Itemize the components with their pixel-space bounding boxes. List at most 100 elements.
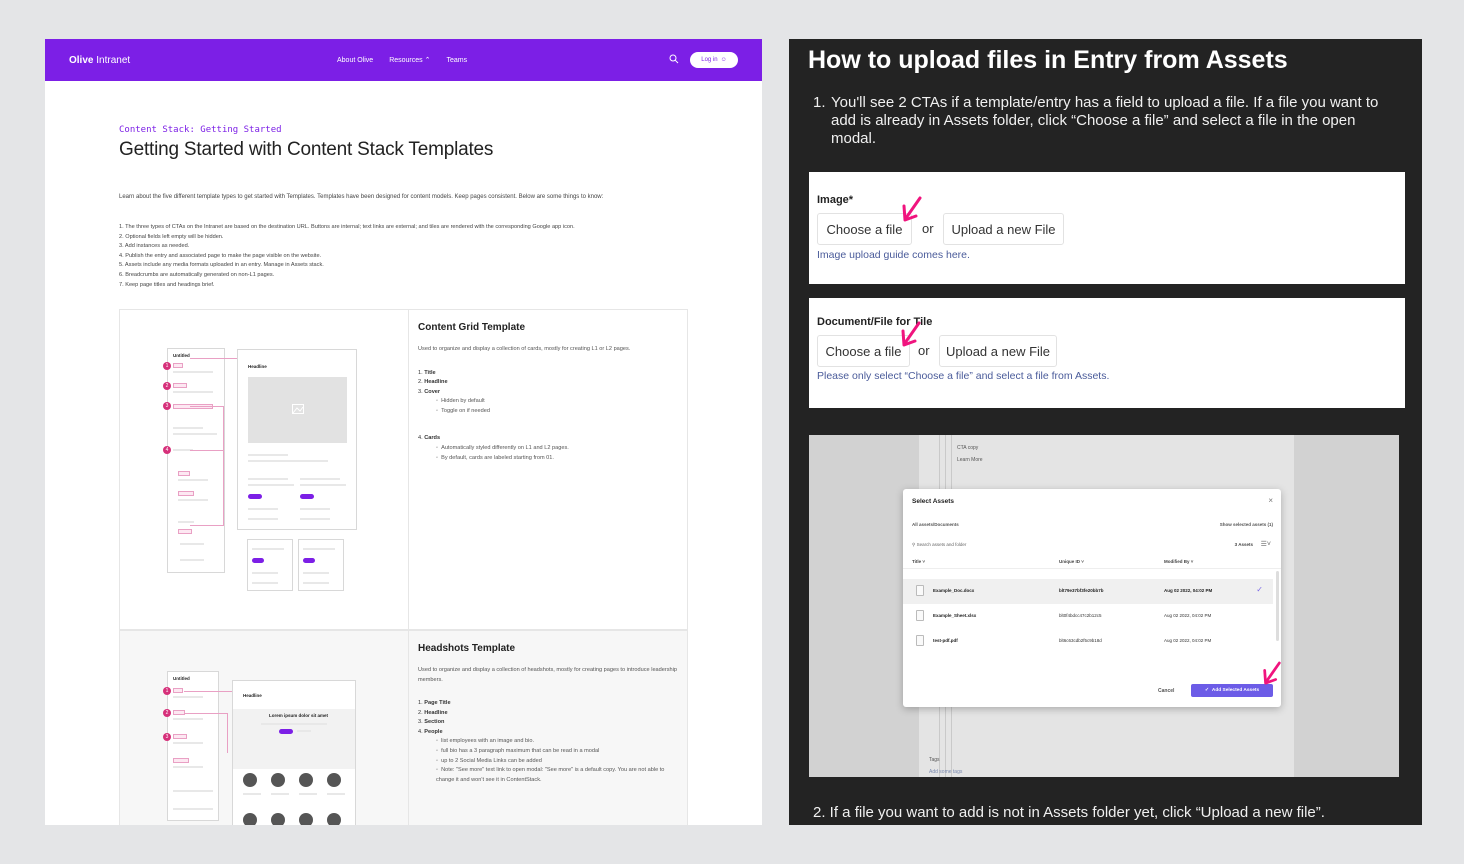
- sub-item-text: Automatically styled differently on L1 a…: [441, 445, 569, 452]
- nav-link-teams[interactable]: Teams: [446, 57, 467, 64]
- image-upload-card: Image* Choose a file or Upload a new Fil…: [809, 172, 1405, 284]
- intro-text: Learn about the five different template …: [119, 194, 604, 200]
- chevron-down-icon: ⌃: [424, 57, 431, 64]
- form-untitled: Untitled: [173, 676, 190, 681]
- search-icon[interactable]: [669, 54, 679, 64]
- check-icon: ✓: [1256, 585, 1263, 594]
- field-tag: [173, 688, 183, 693]
- asset-count: 3 Assets: [1234, 542, 1253, 547]
- scrollbar[interactable]: [1276, 571, 1279, 641]
- intranet-page: Olive Intranet About Olive Resources ⌃ T…: [45, 39, 762, 825]
- asset-uid: blt79e37bf3fe20bb7b: [1059, 588, 1104, 593]
- table-header: Title ˅ Unique ID ˅ Modified By ˅: [903, 555, 1281, 569]
- preview-line: [248, 518, 278, 520]
- form-untitled: Untitled: [173, 353, 190, 358]
- list-item: 3. Cover ◦ Hidden by default ◦ Toggle on…: [418, 388, 680, 417]
- preview-button: [300, 494, 314, 499]
- asset-modified: Aug 02 2022, 04:02 PM: [1164, 638, 1212, 643]
- page-title: Getting Started with Content Stack Templ…: [119, 139, 494, 160]
- modal-title: Select Assets: [912, 498, 955, 505]
- field-tag: [178, 471, 190, 476]
- list-label: Headline: [424, 709, 448, 716]
- headshots-thumbnail: Untitled 1 2 3 Headline Lorem ipsum dolo…: [120, 631, 409, 825]
- headshots-list: 1. Page Title 2. Headline 3. Section 4. …: [418, 699, 680, 785]
- asset-uid: blt6c63cdb2f5c9b18d: [1059, 638, 1102, 643]
- list-item: 2. Headline: [418, 378, 680, 388]
- table-row[interactable]: test-pdf.pdf blt6c63cdb2f5c9b18d Aug 02 …: [903, 629, 1273, 654]
- show-selected-link[interactable]: Show selected assets (1): [1220, 522, 1273, 527]
- nav-link-about[interactable]: About Olive: [337, 57, 373, 64]
- list-label: Cards: [424, 435, 441, 442]
- step-pin-2: 2: [163, 382, 171, 390]
- column-header-modified[interactable]: Modified By ˅: [1164, 559, 1193, 564]
- rule-item: 1. The three types of CTAs on the Intran…: [119, 224, 575, 230]
- sub-item: ◦ full bio has a 3 paragraph maximum tha…: [436, 747, 600, 754]
- search-input[interactable]: ⚲ Search assets and folder: [912, 542, 966, 548]
- step-pin-1: 1: [163, 687, 171, 695]
- step-1-number: 1.: [813, 94, 826, 111]
- rule-item: 4. Publish the entry and associated page…: [119, 252, 322, 259]
- preview-line: [248, 484, 294, 486]
- card-line: [252, 572, 278, 574]
- login-label: Log in: [701, 57, 718, 63]
- preview-line: [248, 508, 278, 510]
- check-icon: ✓: [1204, 688, 1209, 693]
- cancel-button[interactable]: Cancel: [1158, 688, 1174, 694]
- headshots-desc: Used to organize and display a collectio…: [418, 667, 678, 683]
- table-row[interactable]: Example_Sheet.xlsx blt0f4bdcc47c2b12c5 A…: [903, 604, 1273, 629]
- close-icon[interactable]: ×: [1268, 496, 1273, 505]
- top-nav: Olive Intranet About Olive Resources ⌃ T…: [45, 39, 762, 81]
- upload-new-file-button[interactable]: Upload a new File: [943, 213, 1064, 245]
- list-label: Page Title: [424, 700, 451, 706]
- sub-item-text: full bio has a 3 paragraph maximum that …: [441, 747, 600, 754]
- column-header-uid[interactable]: Unique ID ˅: [1059, 559, 1084, 564]
- preview-line: [300, 478, 340, 480]
- sub-item-text: Toggle on if needed: [441, 407, 490, 414]
- preview-line: [243, 793, 261, 795]
- brand-bold: Olive: [69, 54, 94, 66]
- preview-line: [299, 793, 317, 795]
- sub-item: ◦ list employees with an image and bio.: [436, 738, 535, 745]
- step-pin-3: 3: [163, 402, 171, 410]
- column-label: Modified By: [1164, 559, 1190, 564]
- add-tags-input[interactable]: Add some tags: [929, 769, 962, 775]
- preview-headline: Headline: [248, 364, 267, 369]
- rule-item: 2. Optional fields left empty will be hi…: [119, 233, 224, 240]
- field-line: [173, 808, 213, 810]
- sub-item: ◦ Automatically styled differently on L1…: [436, 445, 569, 452]
- field-tag: [178, 529, 192, 534]
- choose-file-button[interactable]: Choose a file: [817, 335, 910, 367]
- brand-logo[interactable]: Olive Intranet: [69, 55, 130, 66]
- content-grid-desc: Used to organize and display a collectio…: [418, 346, 631, 352]
- image-placeholder-icon: [292, 404, 304, 414]
- rules-list: 1. The three types of CTAs on the Intran…: [119, 223, 575, 290]
- assets-breadcrumb[interactable]: All assets/Documents: [912, 522, 959, 527]
- column-header-title[interactable]: Title ˅: [912, 559, 925, 564]
- arrow-icon: [901, 321, 921, 347]
- nav-link-resources[interactable]: Resources ⌃: [389, 56, 430, 64]
- step-1-text: 1. You'll see 2 CTAs if a template/entry…: [813, 94, 1403, 148]
- list-item: 4. People ◦ list employees with an image…: [418, 728, 680, 786]
- asset-uid: blt0f4bdcc47c2b12c5: [1059, 613, 1102, 618]
- headshots-section: Untitled 1 2 3 Headline Lorem ipsum dolo…: [119, 630, 688, 825]
- page-preview-mock: Headline: [237, 349, 357, 530]
- file-icon: [916, 635, 924, 646]
- choose-file-button[interactable]: Choose a file: [817, 213, 912, 245]
- image-field-label: Image*: [817, 194, 854, 206]
- field-tag: [173, 758, 189, 763]
- list-item: 2. Headline: [418, 709, 680, 719]
- menu-icon[interactable]: ☰˅: [1261, 540, 1271, 548]
- avatar: [243, 813, 257, 825]
- cta-copy-label: CTA copy: [957, 445, 979, 451]
- breadcrumb[interactable]: Content Stack: Getting Started: [119, 125, 282, 135]
- connector-line: [190, 406, 224, 450]
- upload-new-file-button[interactable]: Upload a new File: [939, 335, 1057, 367]
- preview-line: [271, 793, 289, 795]
- login-button[interactable]: Log in ☺: [690, 52, 738, 68]
- card-button: [252, 558, 264, 563]
- preview-line: [300, 484, 346, 486]
- sub-item-text: Note: "See more" text link to open modal…: [436, 767, 665, 783]
- search-placeholder: Search assets and folder: [916, 542, 967, 547]
- table-row[interactable]: Example_Doc.docx blt79e37bf3fe20bb7b Aug…: [903, 579, 1273, 604]
- guide-title: How to upload files in Entry from Assets: [808, 46, 1288, 74]
